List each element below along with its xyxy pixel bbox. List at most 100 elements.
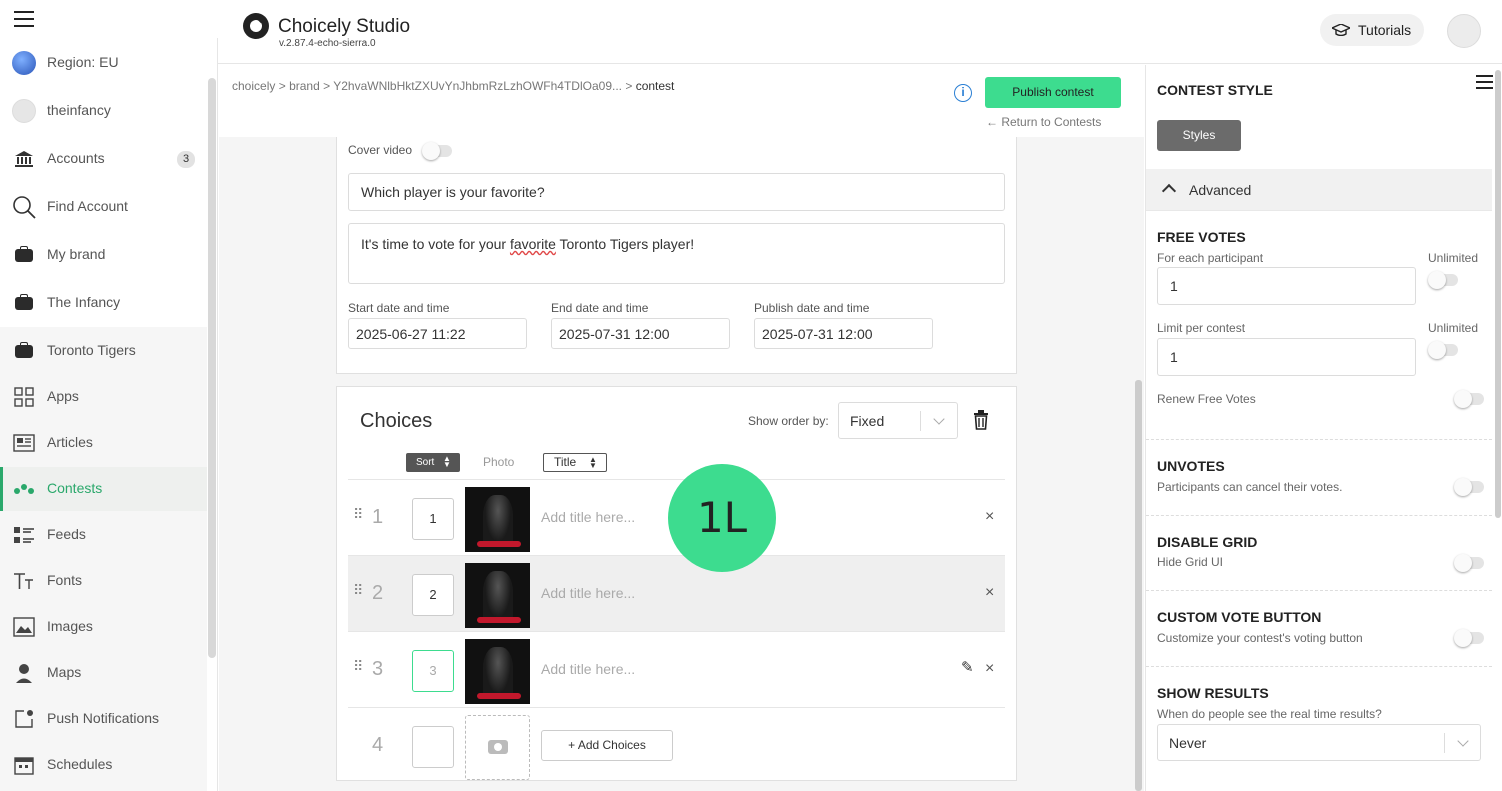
sidebar-item-feeds[interactable]: Feeds bbox=[0, 513, 207, 557]
globe-icon bbox=[12, 51, 36, 75]
unlimited-limit-toggle[interactable] bbox=[1428, 341, 1458, 359]
delete-icon[interactable] bbox=[973, 410, 989, 430]
tutorials-button[interactable]: Tutorials bbox=[1320, 14, 1424, 46]
description-text: Toronto Tigers player! bbox=[555, 236, 695, 252]
show-results-select[interactable]: Never bbox=[1157, 724, 1481, 761]
new-choice-row: 4 + Add Choices bbox=[348, 707, 1005, 780]
sidebar-item-maps[interactable]: Maps bbox=[0, 651, 207, 695]
show-order-select[interactable]: Fixed bbox=[838, 402, 958, 439]
cover-video-toggle[interactable] bbox=[422, 142, 452, 160]
remove-choice-icon[interactable]: × bbox=[985, 508, 994, 526]
menu-icon[interactable] bbox=[14, 11, 34, 27]
notification-icon bbox=[12, 708, 36, 730]
drag-handle-icon[interactable]: ⠿ bbox=[353, 659, 363, 678]
unvotes-toggle[interactable] bbox=[1454, 478, 1484, 496]
sidebar-item-toronto-tigers[interactable]: Toronto Tigers bbox=[0, 329, 207, 373]
sidebar-item-schedules[interactable]: Schedules bbox=[0, 743, 207, 787]
publish-date-label: Publish date and time bbox=[754, 301, 870, 315]
choice-sort-input[interactable] bbox=[412, 726, 454, 768]
description-flagged-word: favorite bbox=[509, 236, 556, 252]
choice-title-input[interactable]: Add title here... bbox=[541, 509, 635, 525]
info-icon[interactable]: i bbox=[954, 84, 972, 102]
title-column-button[interactable]: Title ▲ ▼ bbox=[543, 453, 607, 472]
free-votes-title: FREE VOTES bbox=[1157, 229, 1246, 245]
styles-button[interactable]: Styles bbox=[1157, 120, 1241, 151]
divider bbox=[1146, 210, 1492, 211]
add-choices-button[interactable]: + Add Choices bbox=[541, 730, 673, 761]
camera-icon bbox=[488, 740, 508, 754]
per-participant-input[interactable]: 1 bbox=[1157, 267, 1416, 305]
sidebar-item-label: theinfancy bbox=[47, 102, 111, 118]
sidebar: Region: EU theinfancy Accounts 3 Find Ac… bbox=[0, 38, 218, 791]
sort-arrows-icon: ▲ ▼ bbox=[443, 454, 451, 469]
choice-title-input[interactable]: Add title here... bbox=[541, 661, 635, 677]
tutorials-label: Tutorials bbox=[1358, 22, 1412, 38]
unlimited-label: Unlimited bbox=[1428, 251, 1479, 265]
sidebar-scrollbar[interactable] bbox=[208, 78, 216, 658]
remove-choice-icon[interactable]: × bbox=[985, 584, 994, 602]
panel-scrollbar[interactable] bbox=[1495, 70, 1501, 518]
sidebar-item-my-brand[interactable]: My brand bbox=[0, 233, 207, 277]
show-results-value: Never bbox=[1169, 735, 1207, 751]
sidebar-item-push-notifications[interactable]: Push Notifications bbox=[0, 697, 207, 741]
choice-sort-input[interactable]: 3 bbox=[412, 650, 454, 692]
show-order-value: Fixed bbox=[850, 413, 885, 429]
question-input[interactable]: Which player is your favorite? bbox=[348, 173, 1005, 211]
choice-sort-input[interactable]: 2 bbox=[412, 574, 454, 616]
sidebar-item-label: Articles bbox=[47, 434, 93, 450]
choice-sort-input[interactable]: 1 bbox=[412, 498, 454, 540]
per-participant-label: For each participant bbox=[1157, 251, 1264, 265]
top-bar: Choicely Studio v.2.87.4-echo-sierra.0 T… bbox=[0, 0, 1502, 64]
sidebar-item-label: Maps bbox=[47, 664, 82, 680]
user-avatar[interactable] bbox=[1447, 14, 1481, 48]
sidebar-item-region[interactable]: Region: EU bbox=[0, 41, 207, 85]
start-date-input[interactable]: 2025-06-27 11:22 bbox=[348, 318, 527, 349]
custom-vote-button-toggle[interactable] bbox=[1454, 629, 1484, 647]
choice-photo[interactable] bbox=[465, 487, 530, 552]
sidebar-item-label: Toronto Tigers bbox=[47, 342, 136, 358]
disable-grid-toggle[interactable] bbox=[1454, 554, 1484, 572]
sidebar-item-articles[interactable]: Articles bbox=[0, 421, 207, 465]
choice-photo[interactable] bbox=[465, 639, 530, 704]
sidebar-item-fonts[interactable]: Fonts bbox=[0, 559, 207, 603]
article-icon bbox=[12, 432, 36, 454]
choices-title: Choices bbox=[360, 410, 433, 432]
choice-number: 4 bbox=[372, 734, 384, 756]
choice-photo[interactable] bbox=[465, 563, 530, 628]
sidebar-item-apps[interactable]: Apps bbox=[0, 375, 207, 419]
edit-pencil-icon[interactable]: ✎ bbox=[961, 658, 974, 676]
sidebar-item-label: Region: EU bbox=[47, 54, 119, 70]
sort-column-button[interactable]: Sort ▲ ▼ bbox=[406, 453, 460, 472]
breadcrumb-item[interactable]: brand bbox=[289, 79, 320, 93]
remove-choice-icon[interactable]: × bbox=[985, 660, 994, 678]
main-scrollbar[interactable] bbox=[1135, 380, 1142, 791]
sort-label: Sort bbox=[416, 457, 435, 468]
drag-handle-icon[interactable]: ⠿ bbox=[353, 507, 363, 526]
drag-handle-icon[interactable]: ⠿ bbox=[353, 583, 363, 602]
description-textarea[interactable]: It's time to vote for your favorite Toro… bbox=[348, 223, 1005, 284]
custom-vote-button-desc: Customize your contest's voting button bbox=[1157, 631, 1363, 645]
renew-free-votes-toggle[interactable] bbox=[1454, 390, 1484, 408]
unlimited-per-participant-toggle[interactable] bbox=[1428, 271, 1458, 289]
sidebar-item-user[interactable]: theinfancy bbox=[0, 89, 207, 133]
divider bbox=[1146, 666, 1492, 667]
disable-grid-title: DISABLE GRID bbox=[1157, 534, 1258, 550]
return-to-contests-link[interactable]: ← Return to Contests bbox=[986, 115, 1101, 129]
photo-upload[interactable] bbox=[465, 715, 530, 780]
publish-date-input[interactable]: 2025-07-31 12:00 bbox=[754, 318, 933, 349]
end-date-input[interactable]: 2025-07-31 12:00 bbox=[551, 318, 730, 349]
sidebar-item-contests[interactable]: Contests bbox=[0, 467, 207, 511]
breadcrumb-item[interactable]: Y2hvaWNlbHktZXUvYnJhbmRzLzhOWFh4TDlOa09.… bbox=[333, 79, 622, 93]
overlay-badge: 1L bbox=[668, 464, 776, 572]
photo-column-header: Photo bbox=[483, 455, 515, 469]
sidebar-item-accounts[interactable]: Accounts 3 bbox=[0, 137, 207, 181]
sidebar-item-the-infancy[interactable]: The Infancy bbox=[0, 281, 207, 325]
sidebar-item-images[interactable]: Images bbox=[0, 605, 207, 649]
choice-title-input[interactable]: Add title here... bbox=[541, 585, 635, 601]
publish-contest-button[interactable]: Publish contest bbox=[985, 77, 1121, 108]
sidebar-item-find-account[interactable]: Find Account bbox=[0, 185, 207, 229]
limit-per-contest-input[interactable]: 1 bbox=[1157, 338, 1416, 376]
map-pin-icon bbox=[12, 662, 36, 684]
breadcrumb-item[interactable]: choicely bbox=[232, 79, 275, 93]
panel-menu-icon[interactable] bbox=[1476, 75, 1493, 89]
